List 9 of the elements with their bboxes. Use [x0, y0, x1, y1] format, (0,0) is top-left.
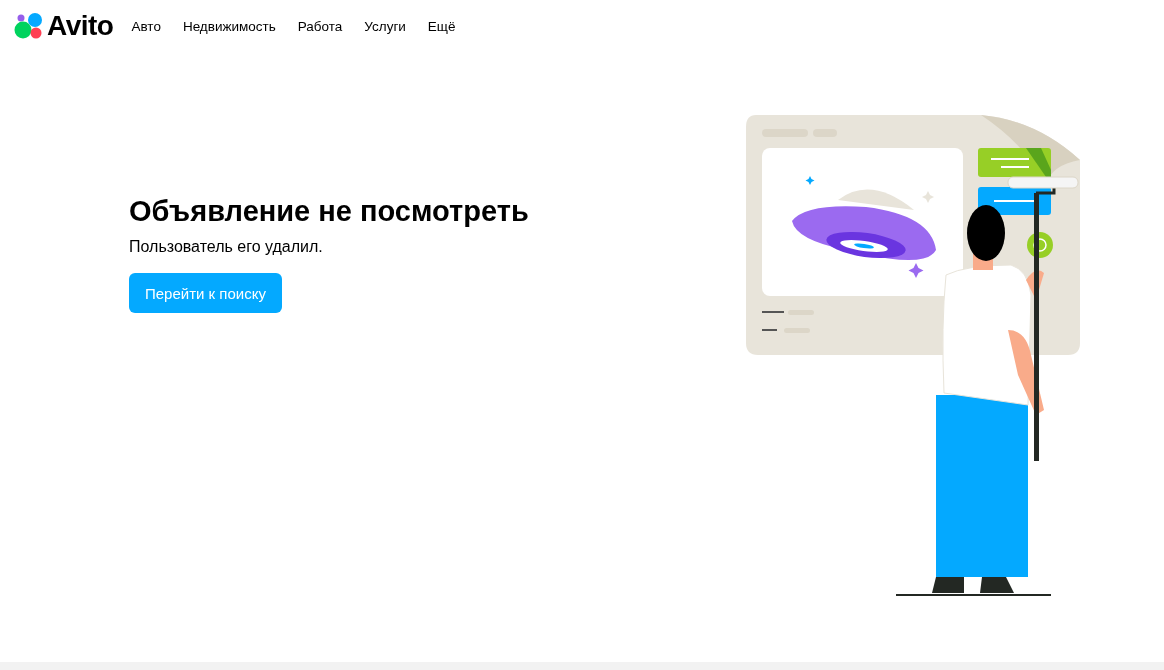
nav-link[interactable]: Услуги: [364, 18, 406, 34]
page-title: Объявление не посмотреть: [129, 195, 529, 228]
nav-link[interactable]: Недвижимость: [182, 18, 276, 34]
message-text: Пользователь его удалил.: [129, 238, 324, 256]
logo-link[interactable]: Avito: [14, 10, 114, 42]
nav-link[interactable]: Авто: [131, 18, 161, 34]
nav-link[interactable]: Работа: [297, 18, 343, 34]
nav-link[interactable]: Ещё: [427, 18, 456, 34]
logo-dots-icon: [14, 13, 45, 39]
